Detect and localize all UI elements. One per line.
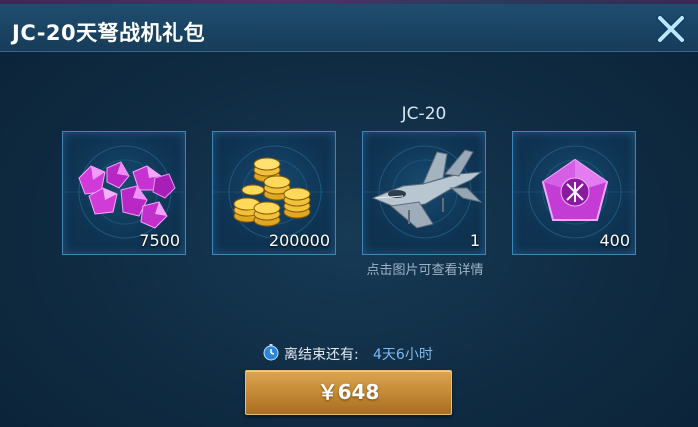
- fighter-jet-icon: [371, 149, 483, 229]
- item-count: 400: [599, 231, 630, 250]
- reward-item-gems[interactable]: 7500: [62, 131, 186, 255]
- view-details-hint: 点击图片可查看详情: [366, 263, 484, 278]
- dialog-title-bar: JC-20天弩战机礼包: [0, 4, 698, 52]
- item-count: 1: [469, 231, 480, 250]
- dialog-title: JC-20天弩战机礼包: [12, 21, 206, 45]
- reward-item-coins[interactable]: 200000: [212, 131, 336, 255]
- stopwatch-icon: [263, 344, 279, 361]
- buy-button[interactable]: ￥648: [245, 370, 452, 415]
- reward-item-fighter[interactable]: 1: [362, 131, 486, 255]
- close-icon: [656, 14, 686, 44]
- close-button[interactable]: [654, 12, 688, 46]
- item-count: 7500: [139, 231, 180, 250]
- countdown-value: 4天6小时: [373, 347, 433, 363]
- reward-item-crystal[interactable]: 400: [512, 131, 636, 255]
- countdown-label: 离结束还有:: [284, 347, 359, 363]
- item-count: 200000: [268, 231, 330, 250]
- fighter-name-label: JC-20: [401, 104, 447, 124]
